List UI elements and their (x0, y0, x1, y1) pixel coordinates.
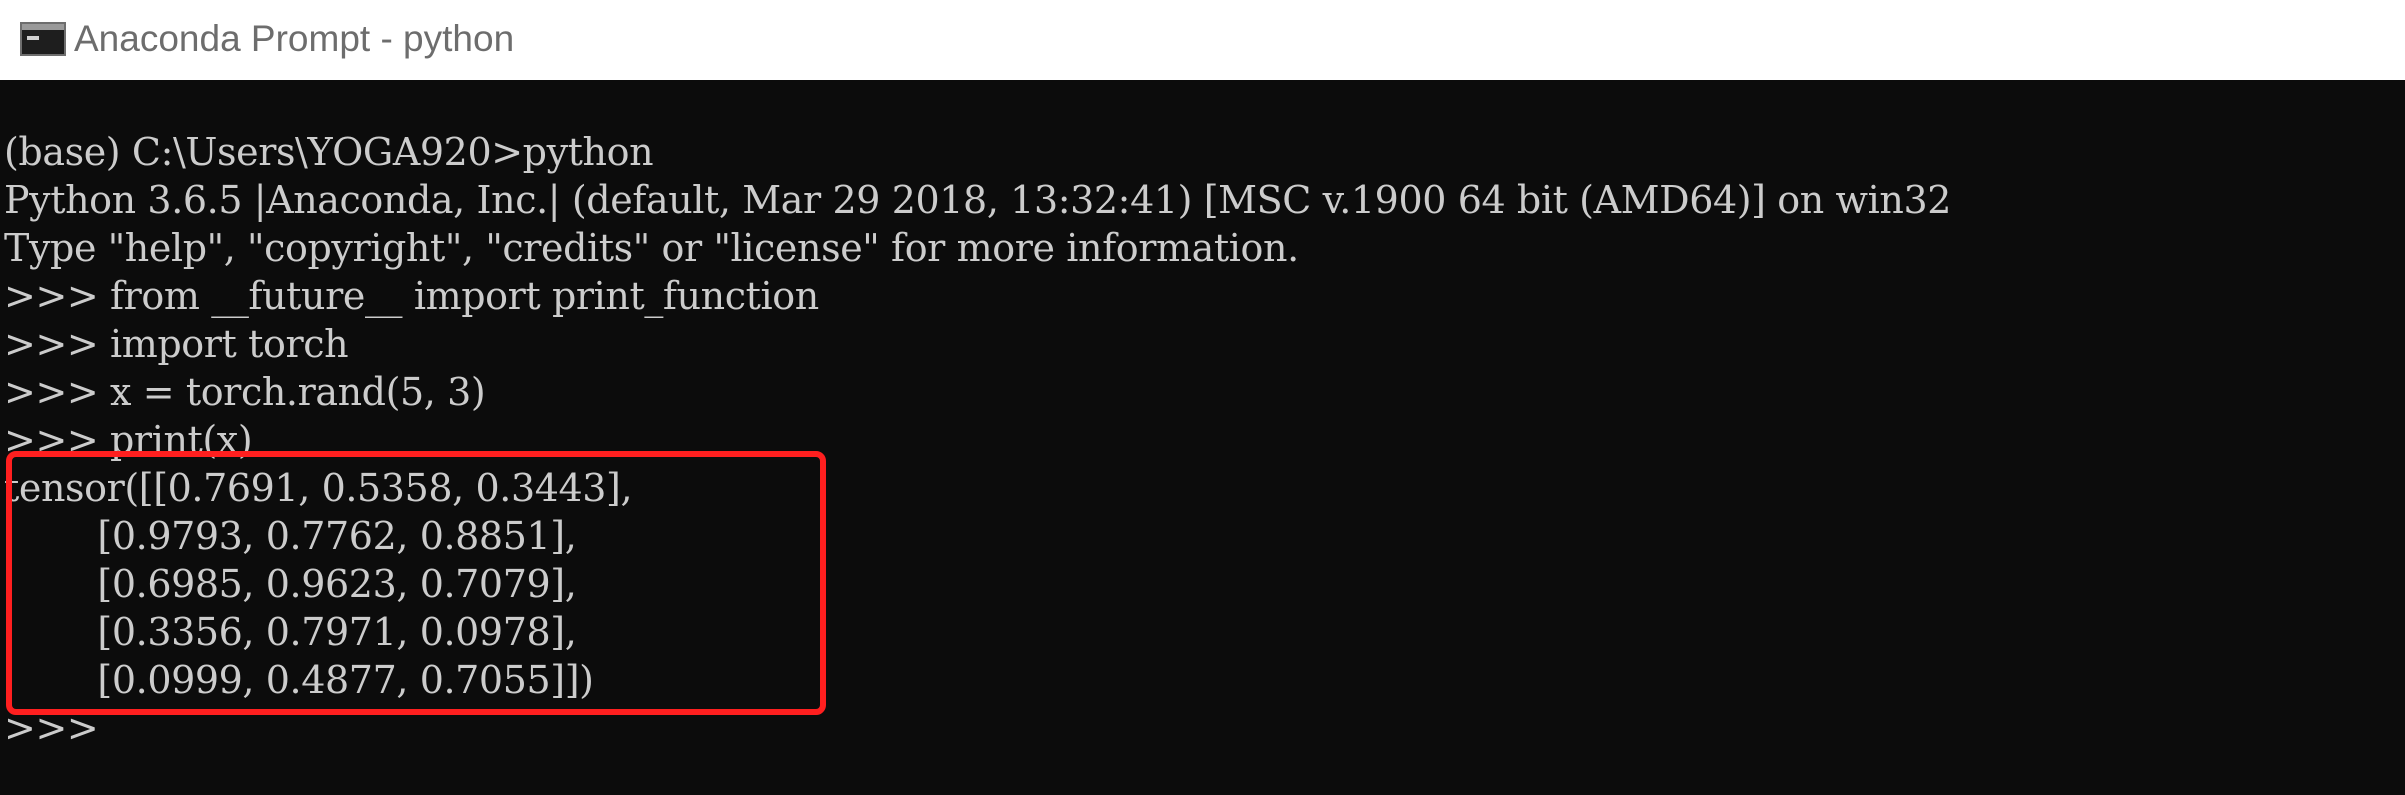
console-line-import-future: >>> from __future__ import print_functio… (4, 274, 819, 318)
console-output[interactable]: (base) C:\Users\YOGA920>python Python 3.… (0, 128, 2405, 795)
tensor-output-row-2: [0.9793, 0.7762, 0.8851], (4, 514, 577, 558)
console-icon-prompt (27, 36, 39, 40)
console-line-assign-x: >>> x = torch.rand(5, 3) (4, 370, 486, 414)
tensor-output-row-1: tensor([[0.7691, 0.5358, 0.3443], (4, 466, 633, 510)
console-icon-titlebar (22, 24, 64, 30)
window-titlebar[interactable]: Anaconda Prompt - python (0, 0, 2405, 80)
console-line-help-info: Type "help", "copyright", "credits" or "… (4, 226, 1299, 270)
console-line-import-torch: >>> import torch (4, 322, 349, 366)
console-line-python-version: Python 3.6.5 |Anaconda, Inc.| (default, … (4, 178, 1952, 222)
console-prompt[interactable]: >>> (0, 704, 2405, 752)
tensor-output-row-5: [0.0999, 0.4877, 0.7055]]) (4, 658, 594, 702)
window-title: Anaconda Prompt - python (74, 18, 515, 59)
console-line-print-x: >>> print(x) (4, 418, 253, 462)
console-icon (20, 22, 66, 56)
anaconda-prompt-window: Anaconda Prompt - python (base) C:\Users… (0, 0, 2405, 795)
tensor-output-row-3: [0.6985, 0.9623, 0.7079], (4, 562, 577, 606)
console-line-command: (base) C:\Users\YOGA920>python (4, 130, 654, 174)
tensor-output-row-4: [0.3356, 0.7971, 0.0978], (4, 610, 577, 654)
